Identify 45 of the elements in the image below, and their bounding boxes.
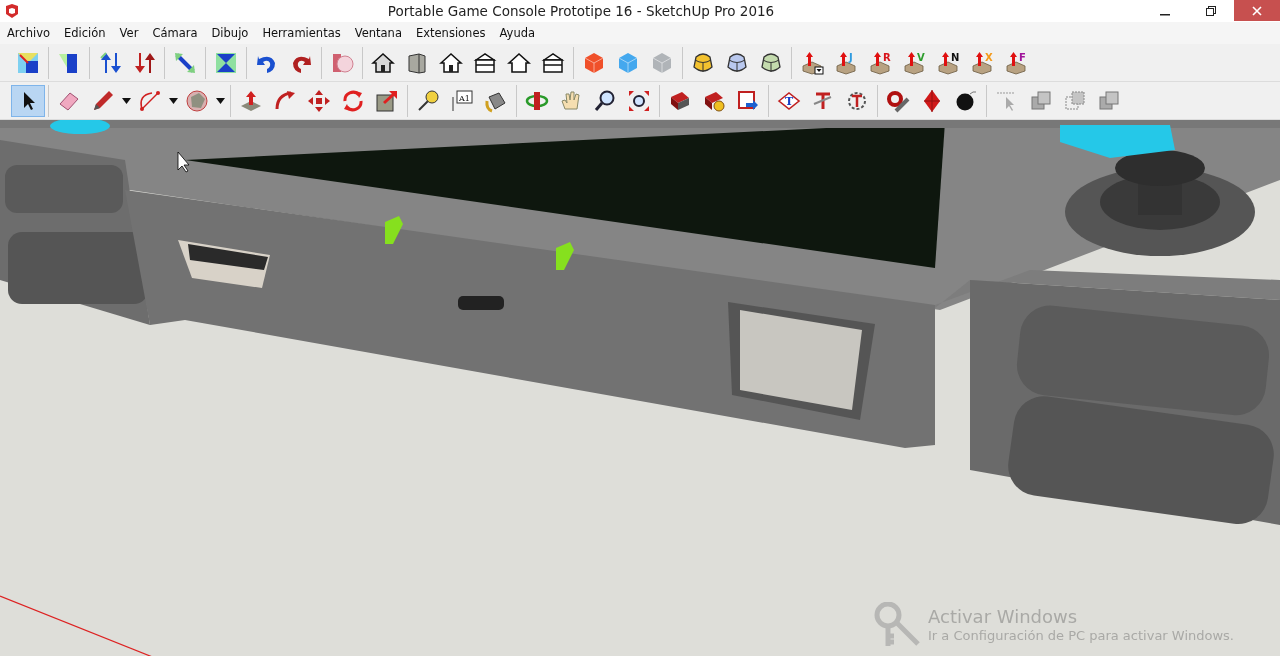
menu-item[interactable]: Ayuda <box>492 22 542 44</box>
rotate-arrows-icon <box>341 88 365 113</box>
app-icon <box>4 3 20 19</box>
hourglass-icon <box>214 50 238 75</box>
menu-item[interactable]: Extensiones <box>408 22 493 44</box>
menu-item[interactable]: Cámara <box>145 22 205 44</box>
color-square-icon <box>16 50 40 75</box>
house-icon <box>507 50 531 75</box>
ring-ruler-icon <box>886 88 910 113</box>
select-arrow-button[interactable] <box>11 84 45 117</box>
restore-icon <box>1206 5 1216 16</box>
window-title: Portable Game Console Prototipe 16 - SketchUp Pro 2016 <box>386 2 776 21</box>
menu-item[interactable]: Ver <box>112 22 146 44</box>
caret-icon[interactable] <box>122 97 131 104</box>
cursor-icon <box>177 151 190 173</box>
overlap-squares-icon <box>1097 88 1121 113</box>
search-icon <box>593 88 617 113</box>
overlap-squares-icon <box>1029 88 1053 113</box>
menu-item[interactable]: Dibujo <box>204 22 256 44</box>
up-down-arrows-icon <box>98 50 122 75</box>
house-box-icon <box>473 50 497 75</box>
door-panel-icon <box>405 50 429 75</box>
arc-icon <box>138 88 162 113</box>
minimize-icon <box>1160 13 1170 16</box>
up-down-arrows-icon <box>132 50 156 75</box>
close-icon <box>1252 5 1262 16</box>
push-box-icon <box>800 50 824 75</box>
menu-item[interactable]: Ventana <box>347 22 409 44</box>
scale-icon <box>375 88 399 113</box>
bomb-icon <box>954 88 978 113</box>
menu-item[interactable]: Archivo <box>0 22 57 44</box>
move-arrows-icon <box>307 88 331 113</box>
menu-item[interactable]: Herramientas <box>255 22 348 44</box>
key-icon <box>874 602 920 648</box>
pencil-icon <box>91 88 115 113</box>
dashed-squares-icon <box>1063 88 1087 113</box>
polygon-icon <box>185 88 209 113</box>
menu-item[interactable]: Edición <box>57 22 113 44</box>
hand-icon <box>559 88 583 113</box>
house-box-icon <box>541 50 565 75</box>
zoom-extents-icon <box>627 88 651 113</box>
caret-icon[interactable] <box>169 97 178 104</box>
diagonal-arrow-icon <box>173 50 197 75</box>
caret-icon[interactable] <box>216 97 225 104</box>
tape-measure-icon <box>416 88 440 113</box>
